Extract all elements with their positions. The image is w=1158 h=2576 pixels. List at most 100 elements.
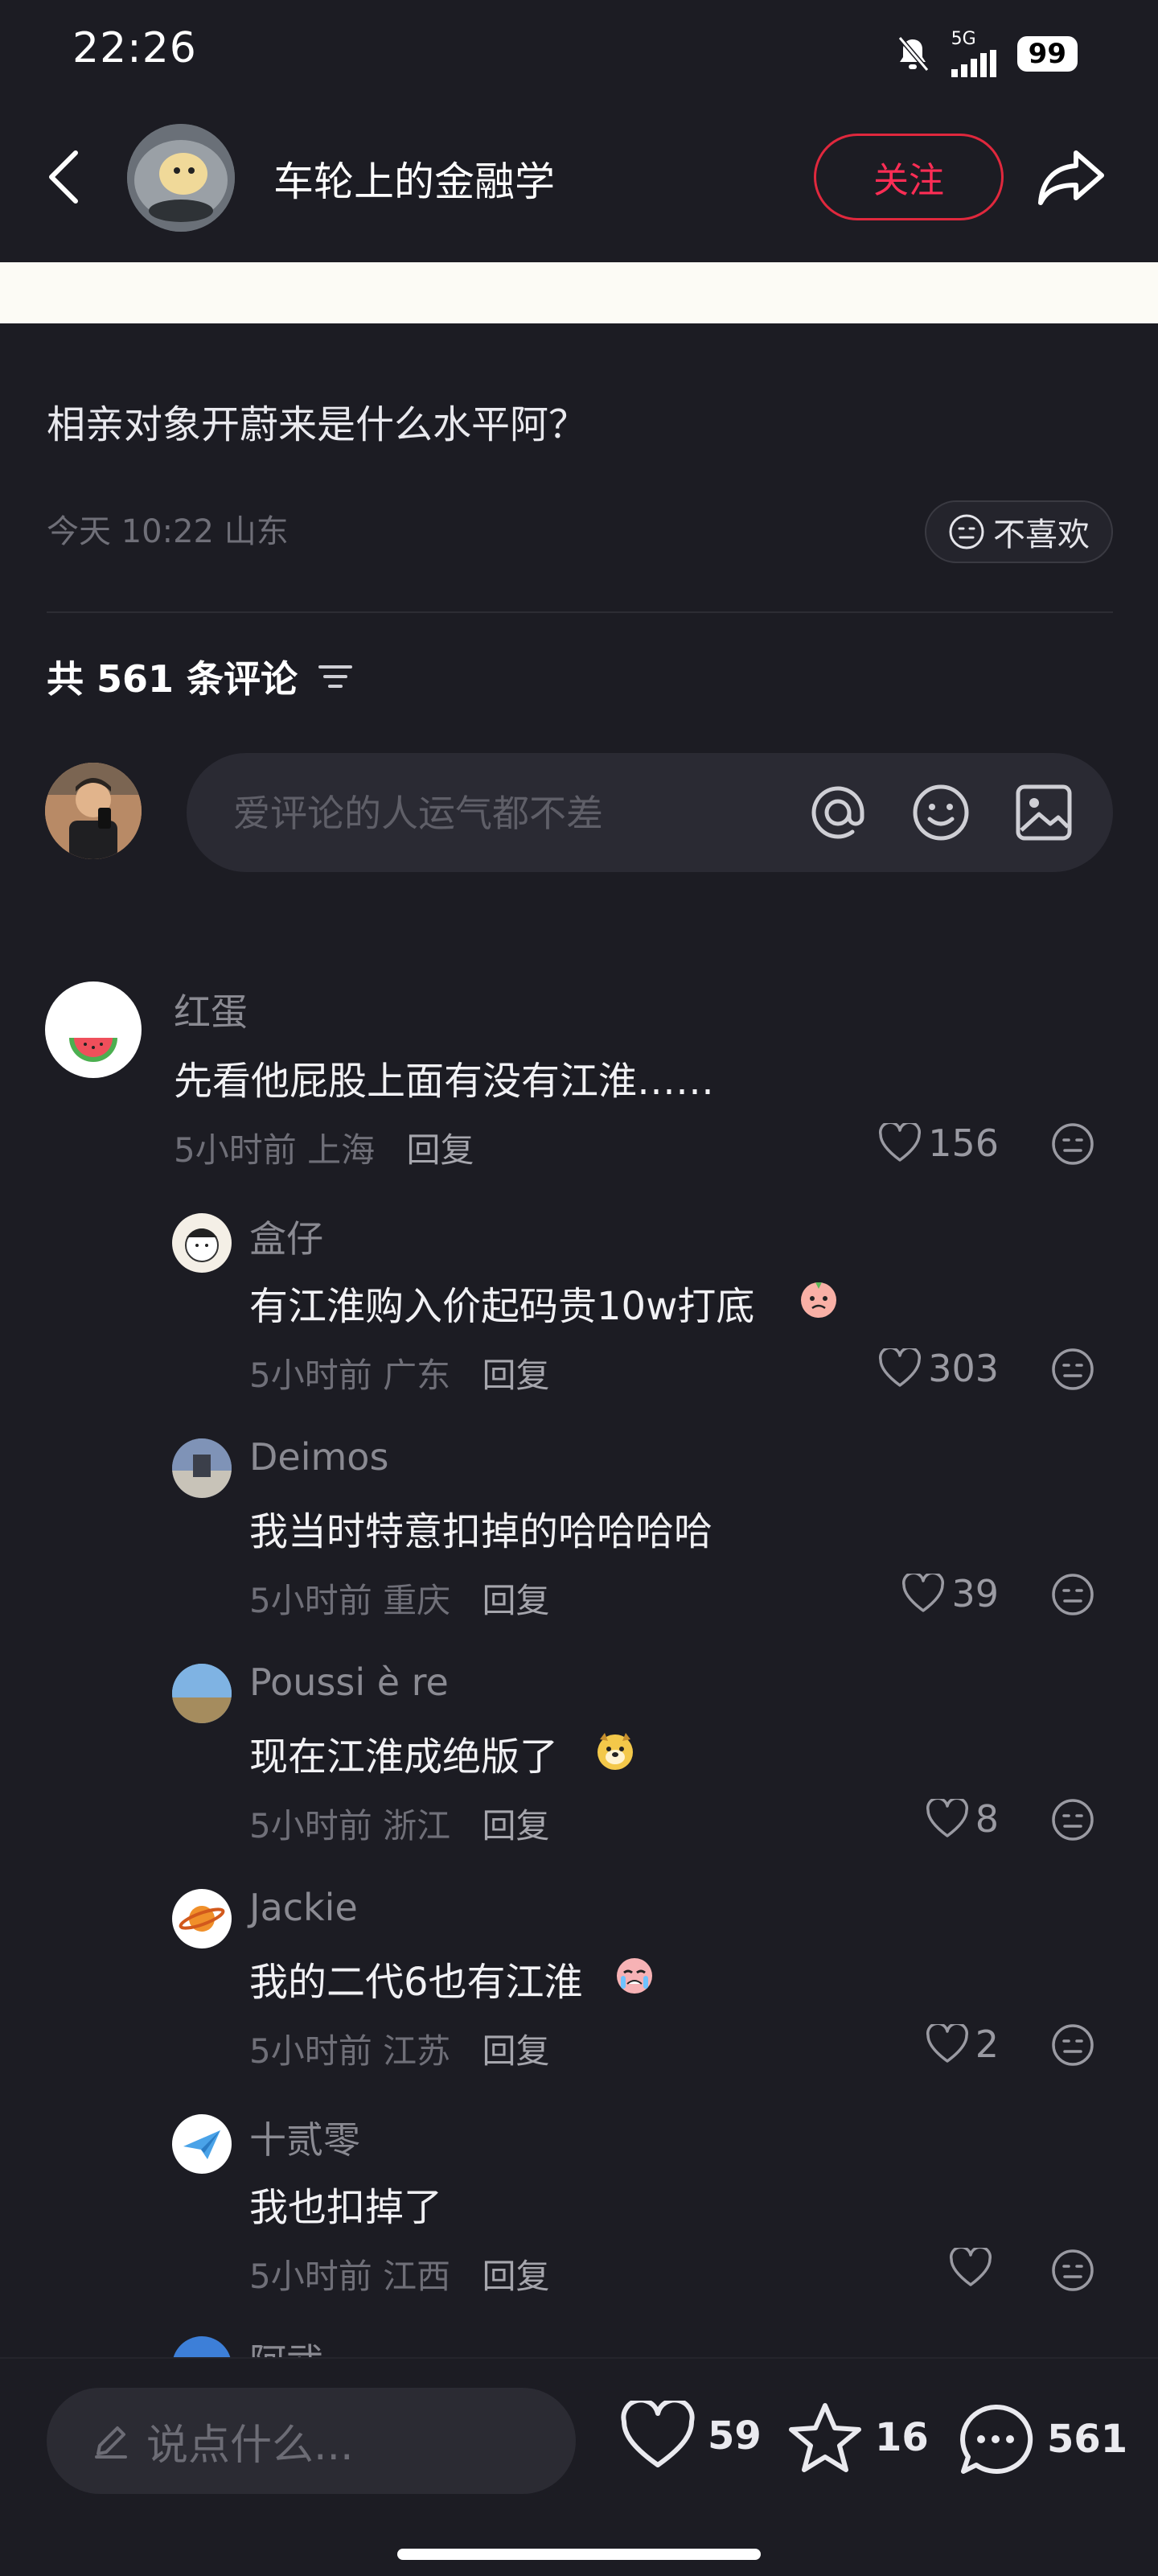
comment-button[interactable]: 561 bbox=[955, 2401, 1127, 2478]
share-icon[interactable] bbox=[1034, 140, 1108, 214]
say-placeholder: 说点什么... bbox=[146, 2421, 354, 2470]
comment-input[interactable] bbox=[232, 753, 749, 874]
mute-bell-icon bbox=[897, 36, 929, 72]
post-like-count: 59 bbox=[708, 2413, 762, 2459]
commenter-avatar[interactable] bbox=[172, 2114, 232, 2174]
sort-filter-icon[interactable] bbox=[317, 660, 354, 693]
post-title: 相亲对象开蔚来是什么水平阿？ bbox=[47, 402, 588, 447]
neutral-face-icon bbox=[949, 514, 984, 549]
reply-button[interactable]: 回复 bbox=[482, 1356, 549, 1395]
dog-emoji-icon bbox=[597, 1733, 633, 1770]
heart-icon bbox=[902, 1574, 945, 1612]
reply-button[interactable]: 回复 bbox=[482, 1806, 549, 1846]
comment-meta: 5小时前 江苏 回复 bbox=[249, 2024, 549, 2073]
comment-time: 5小时前 bbox=[249, 1581, 372, 1620]
comment-meta: 5小时前 浙江 回复 bbox=[249, 1799, 549, 1848]
neutral-face-icon[interactable] bbox=[1050, 1121, 1095, 1167]
like-count: 8 bbox=[975, 1797, 999, 1841]
commenter-avatar[interactable] bbox=[172, 1889, 232, 1948]
neutral-face-icon[interactable] bbox=[1050, 1347, 1095, 1392]
mention-icon[interactable] bbox=[806, 780, 870, 845]
reply-button[interactable]: 回复 bbox=[406, 1130, 474, 1170]
like-button[interactable]: 8 bbox=[926, 1797, 999, 1841]
dislike-label: 不喜欢 bbox=[993, 516, 1090, 553]
neutral-face-icon[interactable] bbox=[1050, 1797, 1095, 1842]
comment-location: 江苏 bbox=[383, 2031, 451, 2071]
comment-text: 我也扣掉了 bbox=[249, 2185, 443, 2230]
comment-meta: 5小时前 重庆 回复 bbox=[249, 1574, 549, 1623]
comment-text: 有江淮购入价起码贵10w打底 bbox=[249, 1284, 755, 1329]
like-count: 39 bbox=[951, 1572, 999, 1615]
comment-text: 先看他屁股上面有没有江淮…… bbox=[174, 1059, 715, 1104]
follow-button[interactable]: 关注 bbox=[814, 134, 1004, 220]
comment-location: 浙江 bbox=[383, 1806, 451, 1846]
like-button[interactable]: 303 bbox=[878, 1347, 999, 1390]
like-count: 156 bbox=[928, 1121, 999, 1165]
comment-location: 江西 bbox=[383, 2257, 451, 2296]
status-time: 22:26 bbox=[72, 24, 197, 72]
battery-indicator: 99 bbox=[1016, 36, 1078, 72]
heart-icon bbox=[879, 1348, 922, 1387]
like-button[interactable]: 2 bbox=[926, 2023, 999, 2066]
comment-time: 5小时前 bbox=[249, 1356, 372, 1395]
say-something-input[interactable]: 说点什么... bbox=[47, 2388, 576, 2494]
commenter-name[interactable]: 红蛋 bbox=[174, 983, 248, 1036]
comments-heading: 共 561 条评论 bbox=[47, 650, 354, 703]
comment-time: 5小时前 bbox=[249, 1806, 372, 1846]
favorite-button[interactable]: 16 bbox=[786, 2401, 929, 2475]
comment-time: 5小时前 bbox=[174, 1130, 297, 1170]
favorite-count: 16 bbox=[875, 2415, 929, 2460]
dislike-button[interactable]: 不喜欢 bbox=[925, 500, 1113, 563]
comment-text: 我当时特意扣掉的哈哈哈哈 bbox=[249, 1509, 713, 1554]
emoji-icon[interactable] bbox=[909, 780, 973, 845]
pencil-icon bbox=[95, 2426, 127, 2459]
page-title: 车轮上的金融学 bbox=[273, 158, 555, 205]
reply-button[interactable]: 回复 bbox=[482, 2031, 549, 2071]
status-icons: 5G 99 bbox=[895, 31, 1078, 77]
like-button[interactable]: 39 bbox=[901, 1572, 999, 1615]
neutral-face-icon[interactable] bbox=[1050, 2023, 1095, 2068]
comment-location: 上海 bbox=[307, 1130, 376, 1170]
comment-location: 广东 bbox=[383, 1356, 451, 1395]
author-avatar[interactable] bbox=[127, 124, 235, 232]
commenter-avatar[interactable] bbox=[172, 1664, 232, 1723]
heart-icon bbox=[879, 1123, 922, 1162]
comment-count: 561 bbox=[1047, 2417, 1128, 2462]
network-type: 5G bbox=[951, 29, 976, 49]
heart-icon bbox=[950, 2248, 992, 2286]
back-icon[interactable] bbox=[40, 145, 88, 209]
commenter-name[interactable]: 十贰零 bbox=[249, 2111, 360, 2164]
home-indicator bbox=[397, 2549, 761, 2560]
comment-time: 5小时前 bbox=[249, 2257, 372, 2296]
commenter-name[interactable]: 盒仔 bbox=[249, 1210, 323, 1263]
comments-count: 共 561 条评论 bbox=[47, 657, 298, 701]
neutral-face-icon[interactable] bbox=[1050, 1572, 1095, 1617]
comment-time: 5小时前 bbox=[249, 2031, 372, 2071]
post-meta: 今天 10:22 山东 bbox=[47, 513, 289, 550]
like-count: 303 bbox=[928, 1347, 999, 1390]
heart-icon bbox=[926, 2024, 968, 2063]
reply-button[interactable]: 回复 bbox=[482, 1581, 549, 1620]
commenter-name[interactable]: Deimos bbox=[249, 1435, 388, 1479]
like-button[interactable] bbox=[949, 2248, 999, 2288]
heart-icon bbox=[621, 2401, 695, 2467]
banner-strip bbox=[0, 262, 1158, 323]
reply-button[interactable]: 回复 bbox=[482, 2257, 549, 2296]
comment-bubble-icon bbox=[960, 2404, 1033, 2474]
crying-emoji-icon bbox=[801, 1282, 836, 1318]
like-post-button[interactable]: 59 bbox=[619, 2401, 762, 2471]
image-icon[interactable] bbox=[1012, 780, 1076, 845]
heart-icon bbox=[926, 1799, 968, 1837]
commenter-name[interactable]: Jackie bbox=[249, 1886, 358, 1929]
my-avatar bbox=[45, 763, 142, 859]
signal-icon bbox=[951, 50, 996, 77]
commenter-avatar[interactable] bbox=[45, 981, 142, 1078]
neutral-face-icon[interactable] bbox=[1050, 2248, 1095, 2293]
commenter-name[interactable]: Poussi è re bbox=[249, 1660, 449, 1704]
comment-meta: 5小时前 上海 回复 bbox=[174, 1123, 474, 1172]
star-icon bbox=[789, 2403, 861, 2472]
commenter-avatar[interactable] bbox=[172, 1438, 232, 1498]
commenter-avatar[interactable] bbox=[172, 1213, 232, 1273]
comment-text: 现在江淮成绝版了 bbox=[249, 1734, 559, 1780]
like-button[interactable]: 156 bbox=[878, 1121, 999, 1165]
